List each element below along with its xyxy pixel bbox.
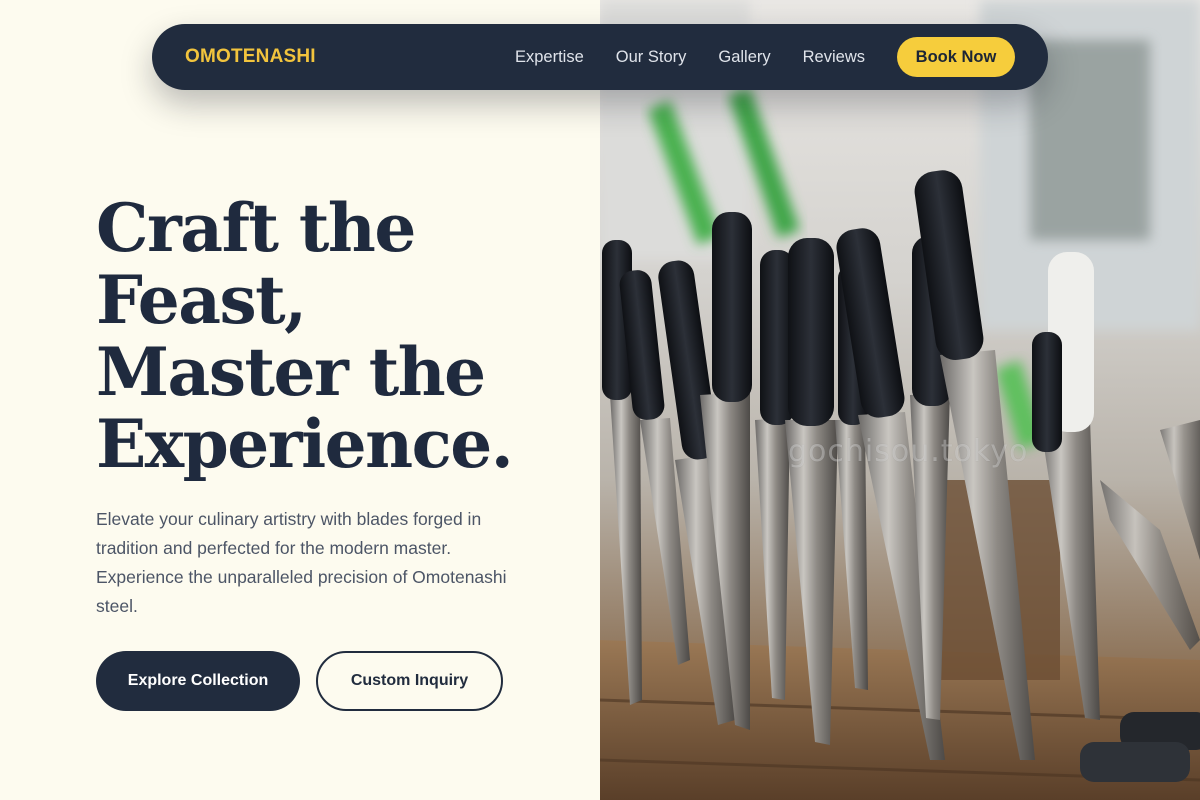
hero-title-line: Master the [96,333,486,411]
custom-inquiry-button[interactable]: Custom Inquiry [316,651,503,711]
hero-title: Craft the Feast, Master the Experience. [96,192,556,480]
brand-logo[interactable]: OMOTENASHI [185,46,316,68]
hero-description: Elevate your culinary artistry with blad… [96,509,507,616]
nav-link-reviews[interactable]: Reviews [803,48,865,67]
nav-link-our-story[interactable]: Our Story [616,48,687,67]
nav-links: Expertise Our Story Gallery Reviews Book… [515,37,1015,77]
nav-link-expertise[interactable]: Expertise [515,48,584,67]
watermark-text: gochisou.tokyo [788,434,1029,469]
book-now-button[interactable]: Book Now [897,37,1015,77]
hero-title-line: Craft the [96,189,416,267]
hero-image: gochisou.tokyo [600,0,1200,800]
top-navigation: OMOTENASHI Expertise Our Story Gallery R… [152,24,1048,90]
nav-link-gallery[interactable]: Gallery [718,48,770,67]
hero-title-line: Feast, [96,261,307,339]
hero-title-line: Experience. [96,405,514,483]
knives-display-illustration [600,0,1200,800]
explore-collection-button[interactable]: Explore Collection [96,651,300,711]
